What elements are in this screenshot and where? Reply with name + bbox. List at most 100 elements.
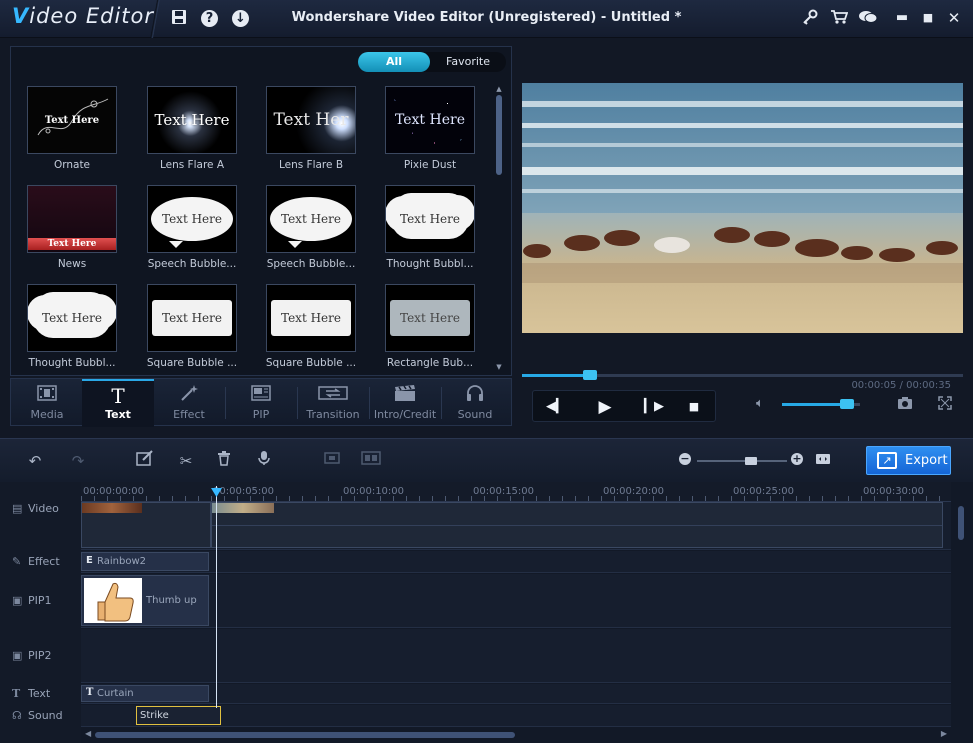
tab-text[interactable]: T Text [82,379,154,427]
scene-detect-icon[interactable] [359,450,383,472]
track-label-pip1: ▣ PIP1 [12,594,52,607]
undo-icon[interactable]: ↶ [23,450,47,472]
tab-transition[interactable]: Transition [297,379,369,427]
lane-sound[interactable]: Strike [81,705,951,727]
clip-divider [212,525,942,526]
volume-slider[interactable] [782,399,860,409]
library-thumbnail: Text Here [147,185,237,253]
zoom-in-button[interactable]: + [791,453,803,465]
text-clip[interactable]: T Curtain [81,685,209,702]
help-icon[interactable]: ? [201,10,218,27]
tab-intro-credit[interactable]: Intro/Credit [369,379,441,427]
play-button[interactable]: ▶ [594,396,616,418]
app-logo: Video Editor [12,4,155,28]
fit-timeline-icon[interactable] [811,450,835,472]
export-icon: ↗ [877,452,897,469]
scissors-icon[interactable]: ✂ [174,450,198,472]
library-item-square-bubble-1[interactable]: Text Here Square Bubble ... [137,284,247,369]
text-t-icon: T [12,687,21,700]
stop-button[interactable]: ■ [683,396,705,418]
close-button[interactable]: ✕ [945,9,963,27]
headphones-icon [439,384,511,408]
timeline-vertical-scroll-thumb[interactable] [958,506,964,540]
library-scroll-thumb[interactable] [496,95,502,175]
timeline-horizontal-scroll-thumb[interactable] [95,732,515,738]
maximize-button[interactable]: ■ [919,9,937,27]
library-item-lens-flare-a[interactable]: Text Here Lens Flare A [137,86,247,171]
previous-frame-button[interactable]: ◀▎ [545,396,567,418]
timeline-vertical-scrollbar[interactable] [955,502,967,727]
library-item-rectangle-bubble[interactable]: Text Here Rectangle Bub... [375,284,485,369]
scroll-up-arrow-icon[interactable]: ▲ [495,85,503,93]
export-button[interactable]: ↗ Export [866,446,951,475]
lane-pip1[interactable]: Thumb up [81,574,951,628]
library-item-ornate[interactable]: Text Here Ornate [17,86,127,171]
transport-controls: ◀▎ ▶ ▎▶ ■ [532,390,716,422]
text-library-panel: All Favorite Text Here Ornate Text Here … [10,46,512,376]
video-clip-thumbnail [212,503,274,513]
timeline-horizontal-scrollbar[interactable]: ◀ ▶ [81,729,951,741]
save-icon[interactable] [169,9,189,29]
cart-icon[interactable] [829,9,849,29]
library-scrollbar[interactable]: ▲ ▼ [495,85,503,371]
tab-sound[interactable]: Sound [439,379,511,427]
edit-icon[interactable] [133,450,157,472]
timeline-zoom-knob[interactable] [745,457,757,465]
chat-icon[interactable] [858,9,878,29]
video-clip[interactable] [211,502,943,548]
library-thumbnail: Text Her [266,86,356,154]
snapshot-camera-icon[interactable] [897,396,913,414]
track-label-sound: ☊ Sound [12,709,63,722]
library-item-speech-bubble-1[interactable]: Text Here Speech Bubble... [137,185,247,270]
library-item-lens-flare-b[interactable]: Text Her Lens Flare B [256,86,366,171]
library-item-thought-bubble-1[interactable]: Text Here Thought Bubbl... [375,185,485,270]
playback-progress-knob[interactable] [582,370,597,380]
thumbs-up-thumbnail [84,578,142,623]
pip-icon [225,384,297,408]
effect-clip[interactable]: E Rainbow2 [81,552,209,571]
library-item-news[interactable]: Text Here News [17,185,127,270]
library-thumbnail: Text Here [27,284,117,352]
lane-video[interactable] [81,502,951,550]
volume-knob[interactable] [839,399,854,409]
lane-effect[interactable]: E Rainbow2 [81,551,951,573]
track-label-text: T Text [12,687,51,700]
scroll-down-arrow-icon[interactable]: ▼ [495,363,503,371]
scroll-left-arrow-icon[interactable]: ◀ [85,729,91,738]
microphone-icon[interactable] [252,450,276,472]
key-icon[interactable] [800,9,820,29]
trash-icon[interactable] [212,450,236,472]
logo-divider [150,0,160,38]
library-item-pixie-dust[interactable]: Text Here Pixie Dust [375,86,485,171]
filter-all-button[interactable]: All [358,52,430,72]
timeline-zoom-slider[interactable] [697,457,787,465]
sound-clip[interactable]: Strike [136,706,221,725]
tab-effect[interactable]: Effect [153,379,225,427]
download-icon[interactable]: ↓ [232,10,249,27]
lane-text[interactable]: T Curtain [81,684,951,704]
effect-badge-icon: E [86,555,93,566]
zoom-out-button[interactable]: − [679,453,691,465]
fullscreen-icon[interactable] [938,396,952,414]
filter-favorite-button[interactable]: Favorite [430,52,506,72]
scroll-right-arrow-icon[interactable]: ▶ [941,729,947,738]
volume-icon[interactable]: 🔈︎ [756,396,764,411]
video-clip[interactable] [81,502,211,548]
crop-icon[interactable] [320,450,344,472]
timeline-ruler[interactable]: 00:00:00:00 00:00:05:00 00:00:10:00 00:0… [81,482,951,502]
next-frame-button[interactable]: ▎▶ [643,396,665,418]
tab-media[interactable]: Media [11,379,83,427]
minimize-button[interactable]: ▬ [893,9,911,27]
redo-icon[interactable]: ↷ [66,450,90,472]
library-item-thought-bubble-2[interactable]: Text Here Thought Bubbl... [17,284,127,369]
library-item-square-bubble-2[interactable]: Text Here Square Bubble ... [256,284,366,369]
video-preview[interactable] [522,83,963,333]
playback-progress-track[interactable] [522,370,963,380]
track-label-effect: ✎ Effect [12,555,60,568]
pip-clip[interactable]: Thumb up [81,575,209,626]
library-thumbnail: Text Here [147,284,237,352]
lane-pip2[interactable] [81,629,951,683]
tab-pip[interactable]: PIP [225,379,297,427]
library-item-speech-bubble-2[interactable]: Text Here Speech Bubble... [256,185,366,270]
playback-timecode: 00:00:05 / 00:00:35 [851,380,951,391]
